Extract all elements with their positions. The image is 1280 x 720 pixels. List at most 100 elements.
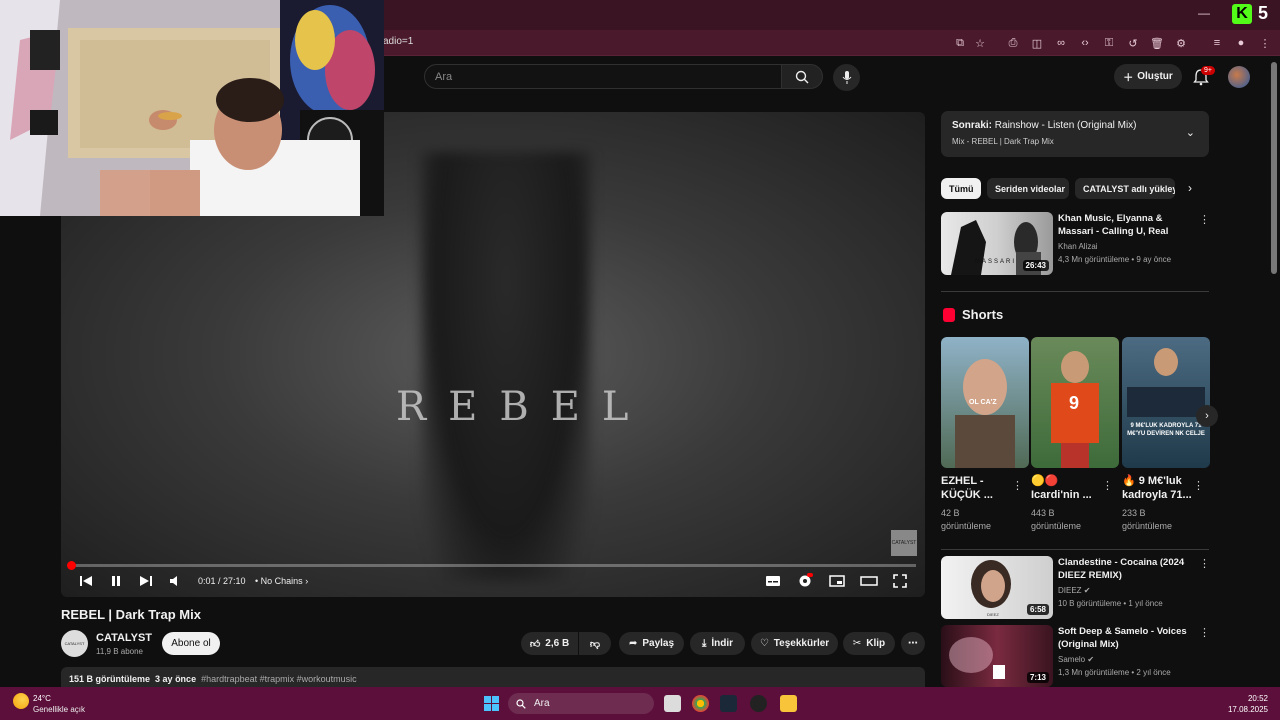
thumbs-up-icon: 👍︎ [529, 638, 541, 650]
short-title[interactable]: 🔥 9 M€'luk kadroyla 71... [1122, 474, 1192, 502]
shorts-next-button[interactable]: › [1196, 405, 1218, 427]
chevron-down-icon[interactable]: ⌄ [1186, 126, 1195, 139]
thanks-button[interactable]: ♡ Teşekkürler [751, 632, 838, 655]
video-overlay-text: REBEL [396, 384, 651, 430]
history-icon[interactable]: ↺ [1125, 35, 1141, 51]
channel-name[interactable]: CATALYST [96, 632, 152, 644]
rec-thumbnail[interactable]: MASSARI 26:43 [941, 212, 1053, 275]
taskbar-search[interactable]: Ara [508, 693, 654, 714]
share-button[interactable]: ➦ Paylaş [619, 632, 684, 655]
plus-icon: ＋ [1123, 73, 1134, 84]
volume-button[interactable] [169, 572, 181, 590]
short-thumbnail[interactable]: 9 M€'LUK KADROYLA 71 M€'YU DEVİREN NK CE… [1122, 337, 1210, 468]
short-menu-kebab-icon[interactable]: ⋮ [1012, 479, 1023, 492]
search-input[interactable]: Ara [424, 64, 782, 89]
voice-search-button[interactable] [833, 64, 860, 91]
profile-icon[interactable]: ● [1233, 35, 1249, 51]
rec-channel[interactable]: Samelo ✔ [1058, 655, 1094, 664]
short-thumbnail[interactable]: 9 [1031, 337, 1119, 468]
chapter-title[interactable]: • No Chains › [255, 576, 308, 586]
chip-uploader[interactable]: CATALYST adlı yükleyi [1075, 178, 1175, 199]
short-views: 233 B görüntüleme [1122, 508, 1173, 531]
description-box[interactable]: 151 B görüntüleme 3 ay önce #hardtrapbea… [61, 667, 925, 687]
progress-bar[interactable] [70, 564, 916, 567]
chip-series[interactable]: Seriden videolar [987, 178, 1069, 199]
channel-watermark[interactable]: CATALYST [891, 530, 917, 556]
short-menu-kebab-icon[interactable]: ⋮ [1193, 479, 1204, 492]
pause-button[interactable] [110, 572, 122, 590]
temperature: 24°C [33, 694, 51, 703]
up-next-panel[interactable]: Sonraki: Rainshow - Listen (Original Mix… [941, 111, 1209, 157]
system-clock[interactable]: 20:52 17.08.2025 [1228, 693, 1268, 715]
rec-channel[interactable]: Khan Alizai [1058, 242, 1098, 251]
next-button[interactable] [139, 572, 153, 590]
chapter-label: No Chains [260, 576, 303, 586]
print-icon[interactable]: ⎙ [1005, 35, 1021, 51]
short-title[interactable]: EZHEL - KÜÇÜK ... [941, 474, 1011, 502]
rec-menu-kebab-icon[interactable]: ⋮ [1199, 626, 1210, 639]
rec-menu-kebab-icon[interactable]: ⋮ [1199, 213, 1210, 226]
short-title[interactable]: 🟡🔴 Icardi'nin ... [1031, 474, 1101, 502]
file-explorer-icon[interactable] [780, 695, 797, 712]
download-button[interactable]: ⤓ İndir [690, 632, 745, 655]
steam-icon[interactable] [720, 695, 737, 712]
view-count: 151 B görüntüleme [69, 674, 151, 684]
theater-mode-button[interactable] [860, 572, 878, 590]
rec-title[interactable]: Khan Music, Elyanna & Massari - Calling … [1058, 212, 1192, 239]
rec-title[interactable]: Clandestine - Cocaina (2024 DIEEZ REMIX) [1058, 556, 1192, 583]
fullscreen-button[interactable] [893, 572, 907, 590]
trash-icon[interactable]: 🗑 [1149, 35, 1165, 51]
chip-all[interactable]: Tümü [941, 178, 981, 199]
short-thumbnail-text: OL CA'Z [969, 399, 997, 406]
duration-badge: 7:13 [1026, 672, 1049, 683]
hashtags[interactable]: #hardtrapbeat #trapmix #workoutmusic [201, 674, 357, 684]
rec-menu-kebab-icon[interactable]: ⋮ [1199, 557, 1210, 570]
like-button[interactable]: 👍︎ 2,6 B [521, 632, 578, 655]
chrome-icon[interactable] [692, 695, 709, 712]
search-icon [516, 698, 526, 709]
shorts-logo-icon [943, 308, 955, 322]
minimize-icon[interactable]: — [1198, 6, 1210, 20]
more-actions-button[interactable]: ⋯ [901, 632, 925, 655]
verified-icon: ✔ [1087, 655, 1095, 664]
microphone-icon [842, 70, 851, 84]
search-button[interactable] [781, 64, 823, 89]
rec-thumbnail[interactable]: 7:13 [941, 625, 1053, 687]
page-scrollbar[interactable] [1271, 62, 1277, 274]
miniplayer-button[interactable] [829, 572, 845, 590]
clip-button[interactable]: ✂ Klip [843, 632, 895, 655]
reading-list-icon[interactable]: ≡ [1209, 35, 1225, 51]
link-icon[interactable]: ∞ [1053, 35, 1069, 51]
subscribe-button[interactable]: Abone ol [162, 632, 220, 655]
app-icon[interactable] [750, 695, 767, 712]
screenshot-icon[interactable]: ◫ [1029, 35, 1045, 51]
chevron-right-icon: › [1205, 410, 1209, 422]
chevron-right-icon[interactable]: › [1188, 181, 1192, 195]
rec-thumbnail[interactable]: DIEEZ 6:58 [941, 556, 1053, 619]
rec-title[interactable]: Soft Deep & Samelo - Voices (Original Mi… [1058, 625, 1192, 652]
task-view-icon[interactable] [664, 695, 681, 712]
channel-avatar[interactable]: CATALYST [61, 630, 88, 657]
key-icon[interactable]: ⚿ [1101, 35, 1117, 51]
bookmark-star-icon[interactable]: ☆ [972, 35, 988, 51]
install-app-icon[interactable]: ⧉ [952, 35, 968, 51]
dislike-button[interactable]: 👎︎ [579, 632, 611, 655]
clock-time: 20:52 [1247, 694, 1268, 703]
short-menu-kebab-icon[interactable]: ⋮ [1102, 479, 1113, 492]
subtitles-button[interactable] [765, 572, 781, 590]
settings-button[interactable] [797, 572, 813, 590]
weather-condition: Genellikle açık [33, 705, 86, 714]
rec-channel[interactable]: DIEEZ ✔ [1058, 586, 1091, 595]
code-icon[interactable]: ‹› [1077, 35, 1093, 51]
url-text[interactable]: adio=1 [383, 36, 413, 47]
weather-sun-icon[interactable] [13, 693, 29, 709]
short-thumbnail[interactable]: OL CA'Z [941, 337, 1029, 468]
previous-button[interactable] [79, 572, 93, 590]
menu-kebab-icon[interactable]: ⋮ [1257, 35, 1273, 51]
extension-icon[interactable]: ⚙ [1173, 35, 1189, 51]
create-button[interactable]: ＋ Oluştur [1114, 64, 1182, 89]
account-avatar[interactable] [1228, 66, 1250, 88]
scrubber-handle[interactable] [67, 561, 76, 570]
windows-start-icon[interactable] [484, 696, 499, 711]
duration-badge: 6:58 [1026, 604, 1049, 615]
